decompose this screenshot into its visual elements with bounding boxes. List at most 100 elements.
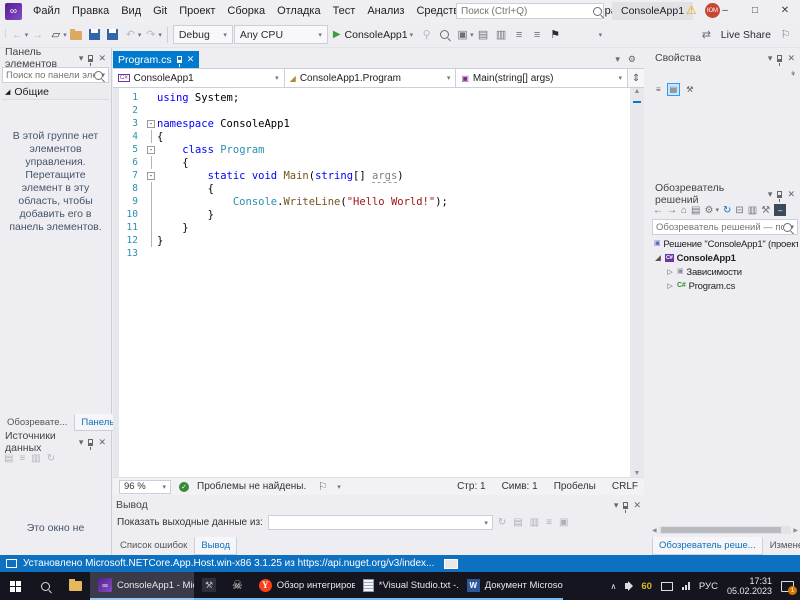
code-line[interactable]: 12} — [119, 234, 630, 247]
word-wrap-icon[interactable]: ▣ — [559, 517, 568, 528]
code-line[interactable]: 11 } — [119, 221, 630, 234]
column-indicator[interactable]: Симв: 1 — [502, 481, 538, 492]
taskbar-app-visual-studio[interactable]: ∞ ConsoleApp1 - Mic... — [90, 572, 194, 600]
redo-dropdown-icon[interactable]: ▾ — [158, 31, 162, 39]
solution-search-input[interactable] — [656, 221, 784, 233]
project-dropdown[interactable]: C# ConsoleApp1 ▾ — [113, 69, 285, 87]
step-over-button[interactable]: ▤ — [475, 26, 492, 44]
find-message-icon[interactable]: ↻ — [498, 517, 506, 528]
output-source-dropdown[interactable]: ▾ — [267, 515, 493, 530]
volume-icon[interactable] — [625, 581, 634, 591]
code-line[interactable]: 1 using System; — [119, 91, 630, 104]
scrollbar-thumb[interactable] — [660, 527, 782, 533]
spaces-indicator[interactable]: Пробелы — [554, 481, 596, 492]
goto-next-message-icon[interactable]: ▥ — [530, 517, 539, 528]
menu-file[interactable]: Файл — [27, 0, 66, 22]
battery-percent[interactable]: 60 — [641, 581, 652, 592]
member-dropdown[interactable]: ▣ Main(string[] args) ▾ — [456, 69, 629, 87]
tab-pin-icon[interactable] — [176, 56, 182, 67]
line-indicator[interactable]: Стр: 1 — [457, 481, 485, 492]
menu-git[interactable]: Git — [147, 0, 173, 22]
collapsed-arrow-icon[interactable]: ▷ — [666, 268, 674, 276]
feedback-icon[interactable]: ⚐ — [777, 26, 794, 44]
health-status-text[interactable]: Проблемы не найдены. — [197, 481, 306, 492]
hot-reload-icon[interactable]: ⚲ — [418, 26, 435, 44]
show-all-files-icon[interactable]: ▥ — [748, 205, 757, 216]
navigate-forward-button[interactable]: → — [29, 26, 46, 44]
type-dropdown[interactable]: ◢ ConsoleApp1.Program ▾ — [284, 69, 457, 87]
home-icon[interactable]: ⌂ — [681, 205, 687, 216]
back-circle-icon[interactable]: ← — [653, 205, 663, 216]
chevron-down-icon[interactable]: ▾ — [337, 483, 341, 491]
tree-item-dependencies[interactable]: ▷ ▣ Зависимости — [652, 265, 798, 279]
solution-horizontal-scrollbar[interactable]: ◀ ▶ — [652, 525, 798, 535]
taskbar-app-yandex-browser[interactable]: Y Обзор интегриров... — [250, 572, 355, 600]
save-all-button[interactable] — [104, 26, 121, 44]
tab-program-cs[interactable]: Program.cs ✕ — [113, 51, 200, 68]
scroll-up-icon[interactable]: ▲ — [790, 70, 796, 76]
tab-output[interactable]: Вывод — [194, 537, 238, 555]
menu-project[interactable]: Проект — [173, 0, 221, 22]
undo-dropdown-icon[interactable]: ▾ — [138, 31, 142, 39]
show-hidden-icons-chevron[interactable]: ∧ — [610, 582, 616, 591]
taskbar-search-button[interactable] — [30, 572, 60, 600]
data-sources-options-icon[interactable]: ▾ — [79, 437, 84, 448]
add-data-source-icon[interactable]: ▤ — [4, 453, 13, 464]
toolbox-pin-icon[interactable] — [88, 54, 94, 66]
breakpoints-window-button[interactable]: ▣ — [454, 26, 471, 44]
solution-options-icon[interactable]: ▾ — [768, 189, 773, 200]
comment-button[interactable] — [565, 26, 582, 44]
tree-item-project[interactable]: ◢ C# ConsoleApp1 — [652, 251, 798, 265]
decrease-indent-button[interactable]: ≡ — [511, 26, 528, 44]
code-line[interactable]: 2 — [119, 104, 630, 117]
tab-error-list[interactable]: Список ошибок — [113, 537, 194, 555]
clear-all-icon[interactable]: ≡ — [546, 517, 552, 528]
undo-button[interactable]: ↶ — [122, 26, 139, 44]
bookmark-button[interactable]: ⚑ — [547, 26, 564, 44]
properties-pin-icon[interactable] — [777, 54, 783, 66]
configure-data-source-icon[interactable]: ▥ — [31, 453, 40, 464]
scroll-down-icon[interactable]: ▼ — [634, 470, 641, 477]
navigate-dropdown-icon[interactable]: ▾ — [25, 31, 29, 39]
tab-git-changes[interactable]: Изменения Git — п... — [763, 537, 800, 555]
edit-data-source-icon[interactable]: ≡ — [19, 453, 25, 464]
language-indicator[interactable]: РУС — [699, 581, 718, 592]
collapsed-arrow-icon[interactable]: ▷ — [666, 282, 674, 290]
code-line[interactable]: 3- namespace ConsoleApp1 — [119, 117, 630, 130]
alphabetical-sort-icon[interactable]: ▤ — [666, 83, 681, 96]
data-sources-pin-icon[interactable] — [88, 438, 94, 450]
output-close-icon[interactable]: ✕ — [633, 500, 641, 511]
output-header[interactable]: Вывод ▾ ✕ — [113, 497, 644, 513]
refresh-icon[interactable]: ↻ — [723, 205, 731, 216]
toolbar-options-icon[interactable]: ▾ — [599, 31, 603, 39]
tab-close-icon[interactable]: ✕ — [187, 54, 195, 65]
navigate-backward-button[interactable]: ← — [9, 26, 26, 44]
code-line[interactable]: 4{ — [119, 130, 630, 143]
action-center-icon[interactable]: 1 — [781, 580, 797, 595]
property-pages-wrench-icon[interactable]: ⚒ — [684, 84, 695, 95]
solution-explorer-header[interactable]: Обозреватель решений ▾ ✕ — [652, 182, 798, 206]
refresh-data-source-icon[interactable]: ↻ — [47, 453, 55, 464]
code-line[interactable]: 8 { — [119, 182, 630, 195]
minimize-button[interactable]: – — [710, 0, 740, 22]
code-line[interactable]: 10 } — [119, 208, 630, 221]
toolbox-search-input[interactable] — [6, 69, 95, 81]
data-sources-header[interactable]: Источники данных ▾ ✕ — [2, 430, 109, 454]
network-icon[interactable] — [681, 582, 690, 590]
collapse-all-icon[interactable]: ⊟ — [735, 205, 743, 216]
menu-analyze[interactable]: Анализ — [361, 0, 410, 22]
taskbar-app-tools[interactable]: ⚒ — [194, 572, 224, 600]
code-editor[interactable]: 1 using System; 2 3- namespace ConsoleApp1 4{… — [113, 88, 630, 477]
forward-circle-icon[interactable]: → — [667, 205, 677, 216]
new-file-dropdown-icon[interactable]: ▾ — [63, 31, 67, 39]
expanded-arrow-icon[interactable]: ◢ — [654, 254, 662, 262]
tab-solution-explorer[interactable]: Обозреватель реше... — [652, 537, 763, 555]
code-line[interactable]: 13 — [119, 247, 630, 260]
properties-header[interactable]: Свойства ▾ ✕ — [652, 50, 798, 66]
properties-object-dropdown[interactable]: ▾ — [652, 66, 798, 81]
editor-gear-icon[interactable]: ⚙ — [628, 54, 636, 65]
document-list-dropdown-icon[interactable]: ▾ — [615, 54, 620, 65]
uncomment-button[interactable] — [583, 26, 600, 44]
filter-dropdown-icon[interactable]: ▾ — [715, 206, 719, 214]
start-button[interactable] — [0, 572, 30, 600]
